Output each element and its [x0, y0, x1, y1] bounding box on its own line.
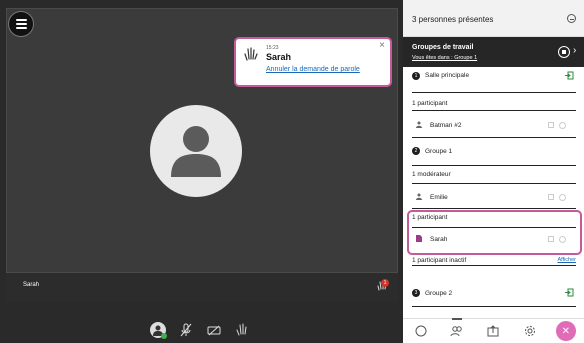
participant-name: Batman #2: [430, 122, 462, 129]
group-number-badge: 2: [412, 147, 420, 155]
group-1[interactable]: 2 Groupe 1: [412, 145, 576, 159]
camera-status-icon: [548, 194, 554, 200]
mic-status-icon: [559, 194, 566, 201]
divider: [412, 183, 576, 184]
divider: [412, 110, 576, 111]
share-icon: [487, 325, 499, 337]
hamburger-icon: [15, 19, 27, 21]
breakout-groups-bar[interactable]: Groupes de travail Vous êtes dans : Grou…: [403, 37, 584, 67]
camera-button[interactable]: [206, 322, 222, 338]
chat-tab[interactable]: [411, 321, 431, 341]
attendees-icon: [450, 326, 462, 337]
chat-icon: [415, 325, 427, 337]
camera-off-icon: [207, 325, 221, 336]
settings-tab[interactable]: [520, 321, 540, 341]
group-name: Groupe 2: [425, 290, 453, 297]
share-content-tab[interactable]: [483, 321, 503, 341]
close-panel-button[interactable]: ✕: [555, 321, 576, 341]
cancel-raise-hand-link[interactable]: Annuler la demande de parole: [266, 66, 360, 73]
user-icon: [416, 193, 422, 200]
my-status-button[interactable]: [150, 322, 167, 339]
groups-title: Groupes de travail: [412, 44, 474, 51]
divider: [412, 165, 576, 166]
participant-name-bar: Sarah: [6, 273, 398, 301]
participant-name: Emilie: [430, 194, 448, 201]
group-main-room[interactable]: 1 Salle principale: [412, 70, 576, 84]
participant-avatar: [150, 105, 242, 197]
raise-hand-notification: 15:23 Sarah Annuler la demande de parole…: [234, 37, 392, 87]
participant-name: Sarah: [23, 282, 40, 288]
participant-count-label: 1 participant: [412, 100, 448, 107]
camera-status-icon: [548, 122, 554, 128]
current-group-link[interactable]: Vous êtes dans : Groupe 1: [412, 55, 477, 61]
join-group-icon[interactable]: [565, 288, 574, 297]
media-controls: [150, 322, 250, 342]
chevron-right-icon[interactable]: ›: [573, 45, 576, 56]
attendees-tab[interactable]: [447, 318, 467, 341]
participant-row[interactable]: Batman #2: [412, 120, 576, 132]
close-icon: ✕: [561, 325, 571, 337]
side-panel: 3 personnes présentes Groupes de travail…: [403, 0, 584, 343]
group-name: Salle principale: [425, 72, 470, 79]
user-icon: [416, 121, 422, 128]
collapse-panel-button[interactable]: [567, 14, 576, 23]
microphone-off-icon: [180, 323, 192, 337]
raise-hand-button[interactable]: [234, 322, 250, 338]
divider: [412, 92, 576, 93]
notification-time: 15:23: [266, 45, 279, 51]
attendees-count: 3 personnes présentes: [412, 15, 494, 24]
raise-hand-icon: [244, 47, 258, 61]
gear-icon: [524, 326, 535, 336]
notification-name: Sarah: [266, 52, 292, 62]
video-stage: 15:23 Sarah Annuler la demande de parole…: [0, 0, 403, 343]
session-menu-button[interactable]: [8, 11, 34, 37]
stop-icon[interactable]: [558, 46, 570, 58]
show-inactive-link[interactable]: Afficher: [557, 257, 576, 263]
panel-tabbar: ✕: [403, 318, 584, 343]
mic-status-icon: [559, 122, 566, 129]
divider: [412, 208, 576, 209]
highlight-annotation: [407, 210, 582, 255]
microphone-button[interactable]: [178, 322, 194, 338]
raise-hand-icon: [236, 323, 247, 336]
group-2[interactable]: 3 Groupe 2: [412, 287, 576, 301]
group-name: Groupe 1: [425, 148, 453, 155]
divider: [412, 137, 576, 138]
status-dot: [161, 333, 167, 339]
raise-hand-count-badge: 1: [381, 279, 389, 287]
inactive-participants-row: 1 participant inactif Afficher: [412, 257, 576, 264]
panel-header: 3 personnes présentes: [403, 0, 584, 37]
group-number-badge: 1: [412, 72, 420, 80]
participant-row[interactable]: Emilie: [412, 192, 576, 204]
join-group-icon[interactable]: [565, 71, 574, 80]
user-icon: [171, 126, 221, 177]
moderator-count-label: 1 modérateur: [412, 171, 451, 178]
divider: [412, 306, 576, 307]
close-icon[interactable]: ×: [379, 40, 385, 51]
group-number-badge: 3: [412, 289, 420, 297]
